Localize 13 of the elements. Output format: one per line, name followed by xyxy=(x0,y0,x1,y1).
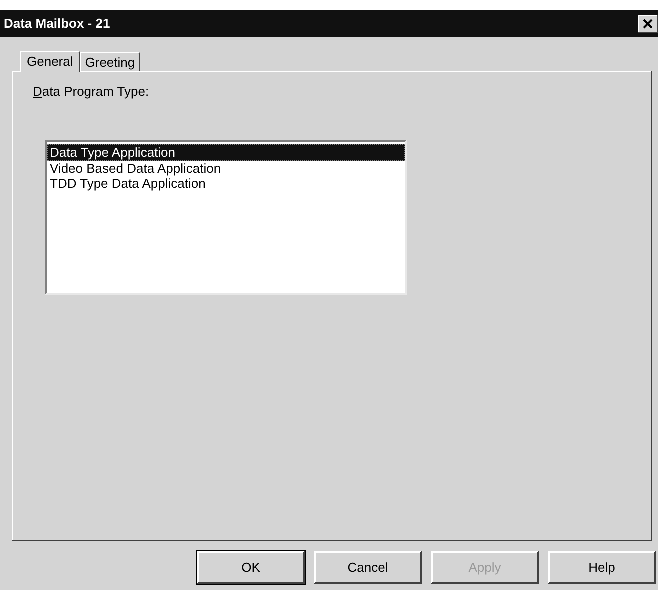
close-icon xyxy=(643,18,653,28)
dialog-button[interactable]: Cancel xyxy=(314,551,422,584)
program-type-list[interactable]: Data Type Application Video Based Data Application TDD Type Data Application xyxy=(45,140,407,294)
list-item[interactable]: TDD Type Data Application xyxy=(47,176,405,190)
field-label: Data Program Type: xyxy=(33,83,150,101)
tab[interactable]: Greeting xyxy=(80,52,140,71)
list-item[interactable]: Video Based Data Application xyxy=(47,160,405,176)
close-button[interactable] xyxy=(638,14,658,32)
dialog-button[interactable]: Help xyxy=(548,551,656,584)
list-item[interactable]: Data Type Application xyxy=(47,144,405,160)
tab[interactable]: General xyxy=(20,51,80,72)
dialog-button[interactable]: OK xyxy=(197,551,305,584)
window-title: Data Mailbox - 21 xyxy=(4,14,110,33)
